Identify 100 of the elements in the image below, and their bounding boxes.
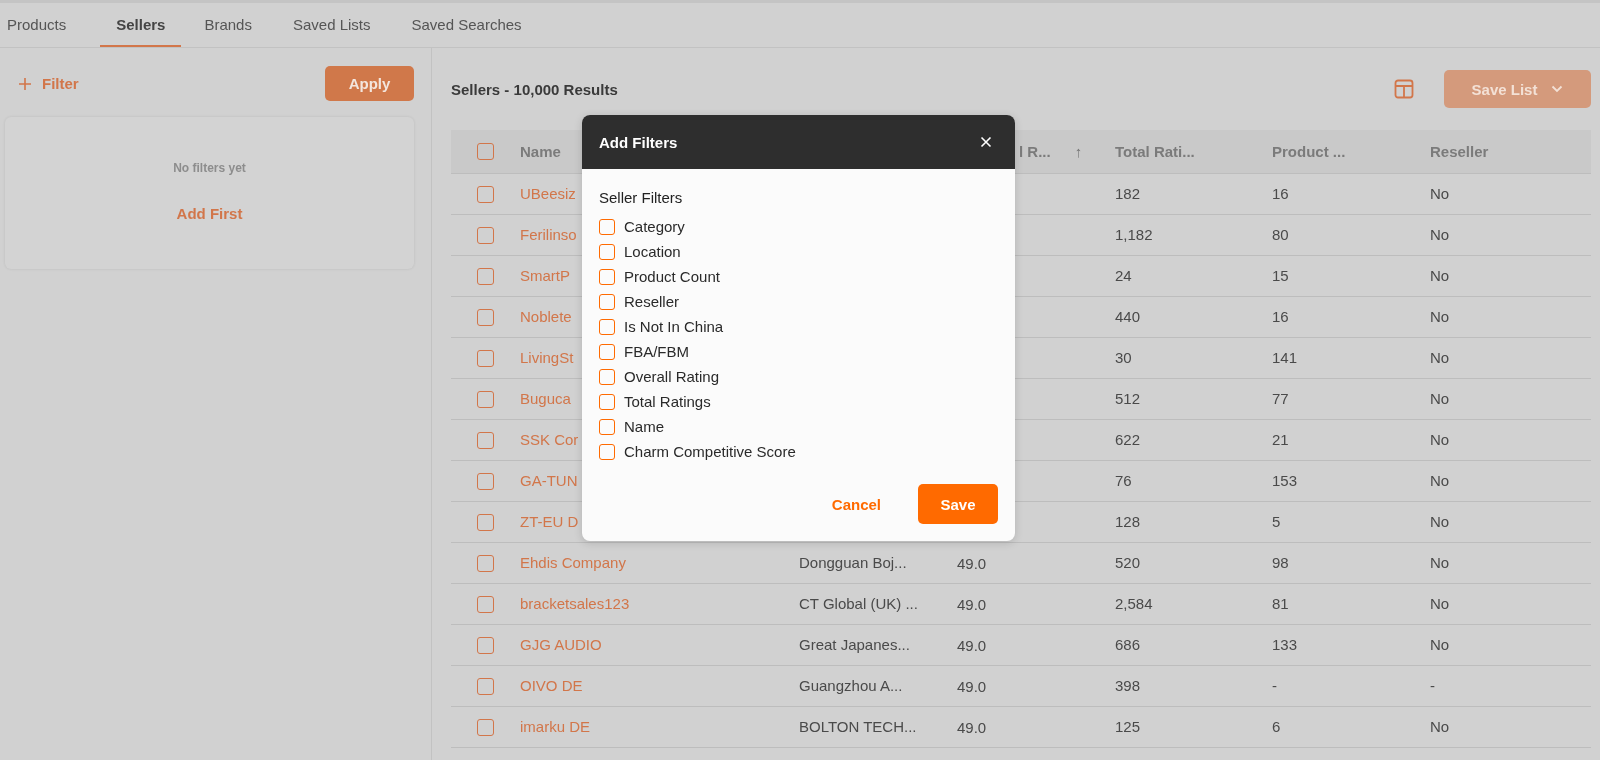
row-checkbox[interactable] [477,595,494,613]
table-cell: No [1430,226,1450,243]
seller-link[interactable]: imarku DE [520,718,590,735]
table-cell: - [1430,677,1435,694]
row-checkbox[interactable] [477,390,494,408]
column-header[interactable]: Product ... [1272,142,1346,160]
row-checkbox[interactable] [477,677,494,695]
seller-link[interactable]: Buguca [520,390,571,407]
filter-option-label[interactable]: FBA/FBM [624,343,689,360]
row-checkbox[interactable] [477,185,494,203]
save-button[interactable]: Save [918,484,998,524]
select-all-checkbox[interactable] [477,143,494,160]
table-cell: 49.0 [957,636,987,654]
add-filter-button[interactable]: Filter [18,75,79,92]
seller-link[interactable]: LivingSt [520,349,574,366]
seller-link[interactable]: Ferilinso [520,226,577,243]
columns-layout-icon[interactable] [1394,79,1414,99]
seller-link[interactable]: bracketsales123 [520,595,630,612]
table-cell: 81 [1272,595,1289,612]
seller-link[interactable]: Noblete [520,308,572,325]
section-heading: Seller Filters [599,189,684,206]
seller-link[interactable]: SSK Cor [520,431,579,448]
row-checkbox[interactable] [477,226,494,244]
table-cell: 16 [1272,308,1289,325]
row-checkbox[interactable] [477,636,494,654]
plus-icon [18,76,32,91]
chevron-down-icon [1551,85,1564,93]
row-checkbox[interactable] [477,472,494,490]
table-cell: 49.0 [957,677,987,695]
seller-link[interactable]: GA-TUN [520,472,578,489]
column-header[interactable]: l R... [1019,143,1051,160]
table-cell: 128 [1115,513,1141,530]
filter-option-label[interactable]: Location [624,243,681,260]
filter-checkbox[interactable] [599,243,615,260]
table-cell: 30 [1115,349,1132,366]
filter-checkbox[interactable] [599,393,615,410]
column-header[interactable]: Name [520,142,561,160]
filter-option-label[interactable]: Category [624,218,685,235]
seller-link[interactable]: Ehdis Company [520,554,626,571]
table-cell: 622 [1115,431,1141,448]
sort-arrow-icon[interactable]: ↑ [1074,143,1083,160]
row-checkbox[interactable] [477,513,494,531]
table-cell: No [1430,472,1450,489]
filter-option-label[interactable]: Is Not In China [624,318,724,335]
filter-checkbox[interactable] [599,218,615,235]
row-checkbox[interactable] [477,554,494,572]
filter-option-label[interactable]: Overall Rating [624,368,720,385]
tab[interactable]: Sellers [100,3,182,47]
apply-button[interactable]: Apply [325,66,414,101]
table-cell: BOLTON TECH... [799,718,917,735]
cancel-button[interactable]: Cancel [831,495,881,513]
column-header[interactable]: Reseller [1430,142,1489,160]
table-cell: No [1430,349,1450,366]
table-cell: 686 [1115,636,1141,653]
table-cell: 440 [1115,308,1141,325]
table-cell: 76 [1115,472,1132,489]
table-cell: 77 [1272,390,1289,407]
filter-checkbox[interactable] [599,293,615,310]
close-icon[interactable] [980,136,992,148]
table-cell: No [1430,431,1450,448]
tab[interactable]: Brands [197,3,270,47]
table-cell: No [1430,595,1450,612]
row-checkbox[interactable] [477,718,494,736]
seller-link[interactable]: ZT-EU D [520,513,579,530]
column-header[interactable]: Total Rati... [1115,142,1195,160]
row-checkbox[interactable] [477,308,494,326]
filter-checkbox[interactable] [599,343,615,360]
filter-option-label[interactable]: Name [624,418,664,435]
filter-checkbox[interactable] [599,368,615,385]
table-cell: No [1430,185,1450,202]
filter-checkbox[interactable] [599,318,615,335]
filter-checkbox[interactable] [599,443,615,460]
filter-checkbox[interactable] [599,268,615,285]
tab[interactable]: Saved Lists [285,3,389,47]
table-cell: Great Japanes... [799,636,910,653]
save-list-button[interactable]: Save List [1444,70,1591,108]
seller-link[interactable]: GJG AUDIO [520,636,602,653]
table-cell: 5 [1272,513,1281,530]
table-cell: No [1430,390,1450,407]
table-cell: 125 [1115,718,1141,735]
row-checkbox[interactable] [477,349,494,367]
row-checkbox[interactable] [477,267,494,285]
results-title: Sellers - 10,000 Results [451,80,619,98]
seller-link[interactable]: UBeesiz [520,185,576,202]
table-cell: No [1430,513,1450,530]
row-checkbox[interactable] [477,431,494,449]
tab[interactable]: Saved Searches [404,3,540,47]
add-first-link[interactable]: Add First [176,205,243,222]
filter-option-label[interactable]: Total Ratings [624,393,711,410]
table-cell: 49.0 [957,595,987,613]
filter-option-label[interactable]: Charm Competitive Score [624,443,796,460]
tab[interactable]: Products [0,3,85,47]
dialog-title: Add Filters [599,133,678,151]
table-cell: No [1430,718,1450,735]
filter-option-label[interactable]: Reseller [624,293,680,310]
filter-option-label[interactable]: Product Count [624,268,720,285]
filter-checkbox[interactable] [599,418,615,435]
table-cell: Dongguan Boj... [799,554,907,571]
seller-link[interactable]: SmartP [520,267,570,284]
seller-link[interactable]: OIVO DE [520,677,583,694]
